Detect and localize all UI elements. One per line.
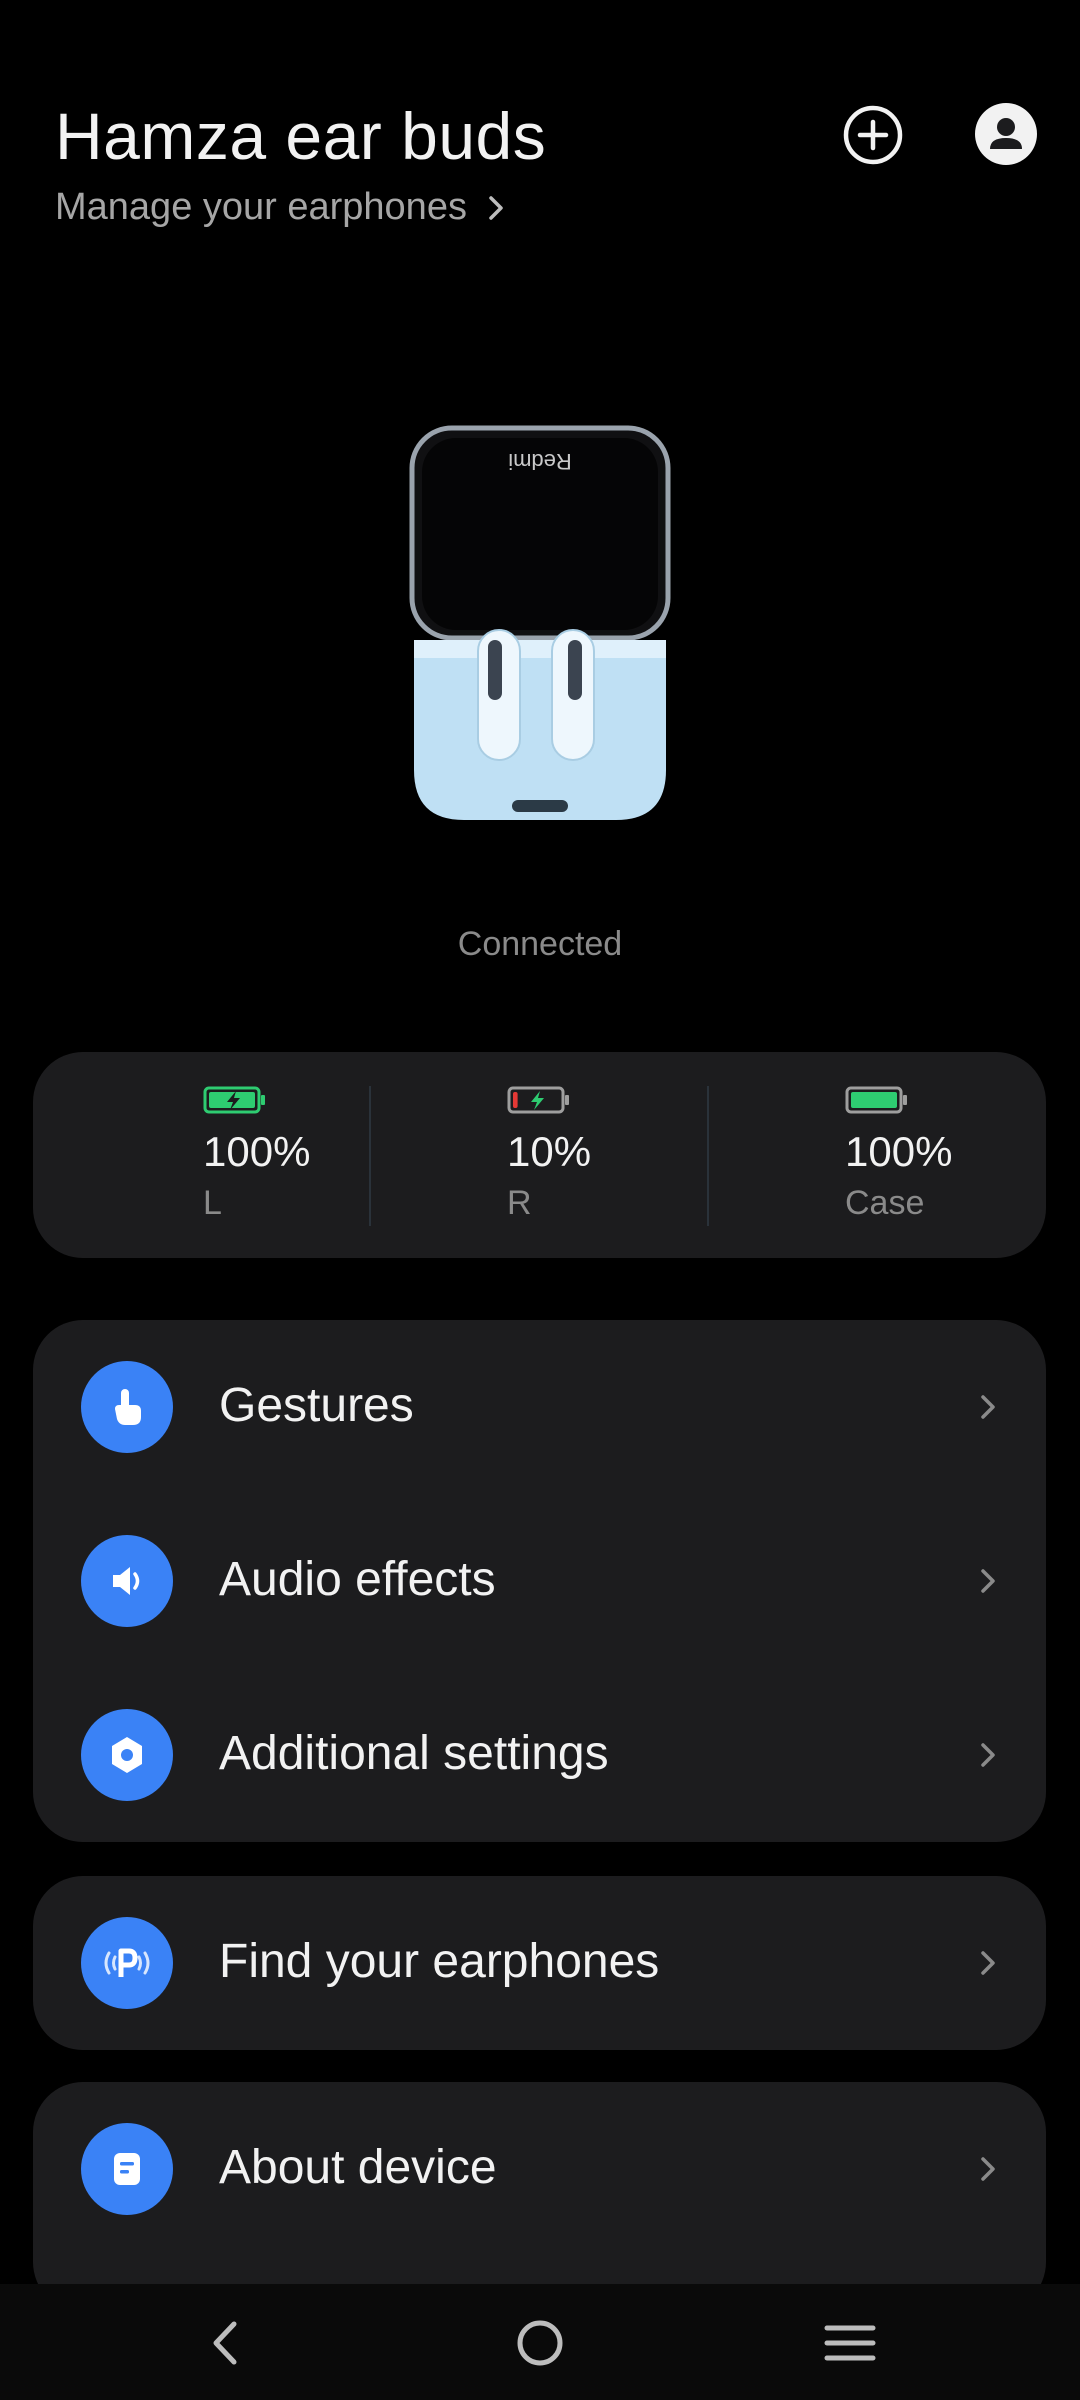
manage-earphones-link[interactable]: Manage your earphones [55, 186, 511, 229]
gestures-label: Gestures [219, 1379, 414, 1432]
settings-card: Gestures Audio effects Additional settin… [33, 1320, 1046, 1842]
battery-right-label: R [507, 1184, 532, 1222]
additional-settings-label: Additional settings [219, 1727, 609, 1780]
battery-right-value: 10% [507, 1128, 592, 1175]
about-device-label: About device [219, 2141, 497, 2194]
battery-full-icon [845, 1086, 907, 1114]
battery-case-value: 100% [845, 1128, 953, 1175]
connection-status: Connected [457, 925, 623, 963]
chevron-right-icon [981, 1569, 995, 1593]
header: Hamza ear buds Manage your earphones [0, 0, 1080, 260]
add-device-button[interactable] [842, 104, 904, 166]
audio-effects-item[interactable]: Audio effects [33, 1494, 1046, 1668]
earbuds-case-image: Redmi [400, 420, 680, 840]
plus-circle-icon [843, 105, 903, 165]
battery-low-charging-icon [507, 1086, 569, 1114]
hand-tap-icon [81, 1361, 173, 1453]
chevron-right-icon [981, 1743, 995, 1767]
battery-left-value: 100% [203, 1128, 311, 1175]
battery-charging-icon [203, 1086, 265, 1114]
about-device-item[interactable]: About device [33, 2082, 1046, 2256]
user-avatar-icon [990, 118, 1022, 149]
battery-case-label: Case [845, 1184, 925, 1222]
back-icon[interactable] [192, 2308, 262, 2378]
divider [369, 1086, 371, 1226]
divider [707, 1086, 709, 1226]
settings-hexagon-icon [81, 1709, 173, 1801]
battery-left-label: L [203, 1184, 222, 1222]
additional-settings-item[interactable]: Additional settings [33, 1668, 1046, 1842]
chevron-right-icon [481, 193, 511, 223]
brand-logo: Redmi [508, 449, 572, 474]
gestures-item[interactable]: Gestures [33, 1320, 1046, 1494]
battery-card: 100% L 10% R 100% Case [33, 1052, 1046, 1258]
chevron-right-icon [981, 1395, 995, 1419]
audio-effects-label: Audio effects [219, 1553, 496, 1606]
profile-button[interactable] [975, 103, 1037, 165]
document-icon [81, 2123, 173, 2215]
find-card: Find your earphones [33, 1876, 1046, 2050]
find-signal-icon [81, 1917, 173, 2009]
find-earphones-item[interactable]: Find your earphones [33, 1876, 1046, 2050]
system-navigation-bar [0, 2284, 1080, 2400]
home-icon[interactable] [505, 2308, 575, 2378]
page-title: Hamza ear buds [55, 99, 547, 173]
chevron-right-icon [981, 1951, 995, 1975]
recents-menu-icon[interactable] [815, 2308, 885, 2378]
chevron-right-icon [981, 2157, 995, 2181]
find-earphones-label: Find your earphones [219, 1935, 660, 1988]
about-card: About device [33, 2082, 1046, 2312]
manage-earphones-label: Manage your earphones [55, 186, 467, 228]
speaker-icon [81, 1535, 173, 1627]
